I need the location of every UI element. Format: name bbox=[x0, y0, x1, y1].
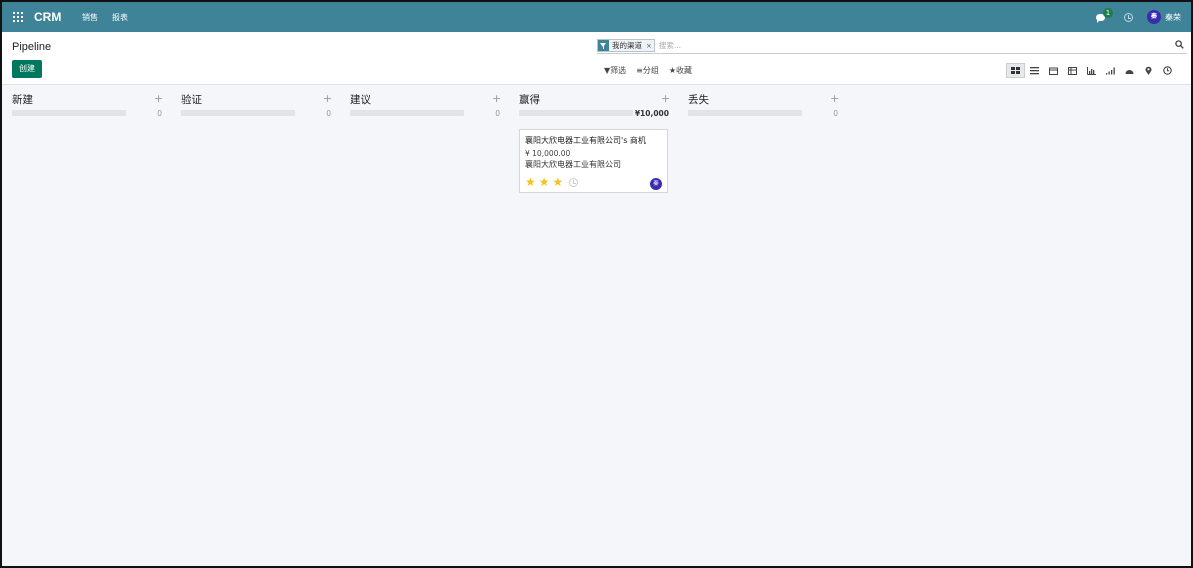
groupby-dropdown[interactable]: ≡分组 bbox=[636, 65, 659, 76]
column-total: 0 bbox=[495, 109, 500, 118]
control-panel: Pipeline 创建 我的渠道 × ▼筛选 ≡分组 ★收藏 bbox=[2, 32, 1191, 85]
search-options: ▼筛选 ≡分组 ★收藏 bbox=[604, 65, 692, 76]
main-menu: 销售 报表 bbox=[82, 12, 128, 23]
column-total: 0 bbox=[833, 109, 838, 118]
calendar-view-icon[interactable] bbox=[1044, 63, 1063, 78]
column-title[interactable]: 丢失 bbox=[688, 92, 709, 107]
card-amount: ¥ 10,000.00 bbox=[525, 149, 571, 158]
column-progress-bar[interactable] bbox=[350, 110, 464, 116]
column-total: 0 bbox=[326, 109, 331, 118]
dashboard-view-icon[interactable] bbox=[1120, 63, 1139, 78]
user-name: 秦荣 bbox=[1165, 12, 1181, 22]
avatar: 秦 bbox=[1147, 10, 1161, 24]
favorites-dropdown[interactable]: ★收藏 bbox=[669, 65, 692, 76]
page-title: Pipeline bbox=[12, 41, 52, 53]
quick-create-plus-icon[interactable]: + bbox=[492, 92, 501, 105]
card-title: 襄阳大欣电器工业有限公司's 商机 bbox=[525, 136, 646, 145]
menu-item-sales[interactable]: 销售 bbox=[82, 12, 98, 23]
star-icon[interactable]: ★ bbox=[539, 176, 550, 188]
apps-menu-icon[interactable] bbox=[13, 12, 23, 22]
list-view-icon[interactable] bbox=[1025, 63, 1044, 78]
app-brand[interactable]: CRM bbox=[34, 10, 61, 24]
map-view-icon[interactable] bbox=[1139, 63, 1158, 78]
view-switcher bbox=[1006, 63, 1177, 78]
facet-remove-button[interactable]: × bbox=[644, 42, 654, 50]
chat-icon[interactable]: 1 bbox=[1096, 8, 1113, 23]
pivot-view-icon[interactable] bbox=[1063, 63, 1082, 78]
column-title[interactable]: 新建 bbox=[12, 92, 33, 107]
systray: 1 秦 秦荣 bbox=[1096, 2, 1181, 32]
filter-icon bbox=[598, 40, 609, 51]
kanban-board: 新建 + 0 验证 + 0 建议 + 0 赢得 + ¥10,000 丢失 + 0 bbox=[2, 86, 1191, 566]
column-total: 0 bbox=[157, 109, 162, 118]
quick-create-plus-icon[interactable]: + bbox=[830, 92, 839, 105]
column-progress-bar[interactable] bbox=[181, 110, 295, 116]
quick-create-plus-icon[interactable]: + bbox=[323, 92, 332, 105]
top-navbar: CRM 销售 报表 1 秦 秦荣 bbox=[2, 2, 1191, 32]
column-progress-bar[interactable] bbox=[688, 110, 802, 116]
search-bar: 我的渠道 × bbox=[597, 38, 1187, 54]
kanban-card[interactable]: 襄阳大欣电器工业有限公司's 商机 ¥ 10,000.00 襄阳大欣电器工业有限… bbox=[519, 129, 668, 193]
menu-item-reports[interactable]: 报表 bbox=[112, 12, 128, 23]
search-facet: 我的渠道 × bbox=[597, 39, 655, 52]
priority-stars: ★ ★ ★ bbox=[525, 176, 579, 188]
search-input[interactable] bbox=[658, 41, 1139, 50]
create-button[interactable]: 创建 bbox=[12, 60, 42, 78]
star-icon[interactable]: ★ bbox=[525, 176, 536, 188]
search-icon[interactable] bbox=[1175, 40, 1184, 49]
app-window: CRM 销售 报表 1 秦 秦荣 Pipeline 创建 我的渠道 × 搜索..… bbox=[0, 0, 1193, 568]
column-title[interactable]: 验证 bbox=[181, 92, 202, 107]
facet-label: 我的渠道 bbox=[612, 41, 642, 50]
graph-view-icon[interactable] bbox=[1082, 63, 1101, 78]
filters-dropdown[interactable]: ▼筛选 bbox=[604, 65, 626, 76]
column-total: ¥10,000 bbox=[634, 109, 669, 118]
cohort-view-icon[interactable] bbox=[1101, 63, 1120, 78]
card-company: 襄阳大欣电器工业有限公司 bbox=[525, 160, 621, 169]
quick-create-plus-icon[interactable]: + bbox=[661, 92, 670, 105]
quick-create-plus-icon[interactable]: + bbox=[154, 92, 163, 105]
column-progress-bar[interactable] bbox=[519, 110, 633, 116]
user-menu[interactable]: 秦 秦荣 bbox=[1147, 10, 1181, 24]
column-title[interactable]: 赢得 bbox=[519, 92, 540, 107]
column-progress-bar[interactable] bbox=[12, 110, 126, 116]
star-icon[interactable]: ★ bbox=[553, 176, 564, 188]
clock-icon[interactable] bbox=[1124, 12, 1133, 22]
avatar[interactable]: 秦 bbox=[650, 178, 662, 190]
column-title[interactable]: 建议 bbox=[350, 92, 371, 107]
kanban-view-icon[interactable] bbox=[1006, 63, 1025, 78]
activity-view-icon[interactable] bbox=[1158, 63, 1177, 78]
message-count-badge: 1 bbox=[1103, 8, 1113, 18]
activity-clock-icon[interactable] bbox=[569, 177, 579, 187]
